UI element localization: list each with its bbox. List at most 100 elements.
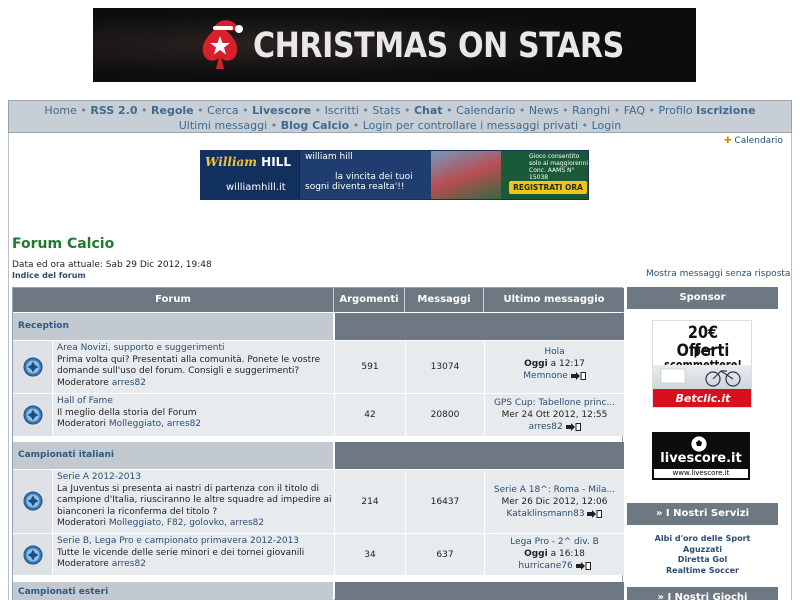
nav-calendario[interactable]: Calendario [456,104,515,117]
nav-iscritti[interactable]: Iscritti [325,104,359,117]
header-ultimo-messaggio: Ultimo messaggio [484,288,624,312]
wh-players-image [431,151,501,199]
category-campionati-italiani[interactable]: Campionati italiani [13,442,334,469]
nav-news[interactable]: News [529,104,559,117]
category-reception[interactable]: Reception [13,313,334,340]
forum-status-cell [13,534,53,575]
betclic-bike-icon [660,368,741,387]
livescore-url: www.livescore.it [654,469,748,478]
category-campionati-esteri[interactable]: Campionati esteri [13,582,334,600]
banner-text: CHRISTMAS ON STARS [253,26,624,66]
nav-cerca[interactable]: Cerca [207,104,239,117]
last-post-user[interactable]: Kataklinsmann83 [507,509,585,519]
pokerstars-logo-icon [202,20,243,69]
livescore-name: livescore.it [660,451,742,466]
last-post-time: a 16:18 [550,549,585,559]
nav-home[interactable]: Home [44,104,76,117]
nav-login-pm[interactable]: Login per controllare i messaggi privati [363,119,578,132]
sidebar: Sponsor 20€ Offerti per scommettere! Bet… [627,287,778,600]
service-link-diretta-gol[interactable]: Diretta Gol [627,555,778,566]
category-filler [335,313,624,340]
last-post-date: Mer 24 Ott 2012, 12:55 [501,410,608,420]
forum-description: Il meglio della storia del Forum [57,407,197,418]
forum-description-cell: Area Novizi, supporto e suggerimenti Pri… [57,343,335,389]
wh-line3: sogni diventa realta'!! [305,182,405,192]
wh-url: williamhill.it [226,182,286,193]
unanswered-link[interactable]: Mostra messaggi senza risposta [646,269,790,279]
posts-count: 16437 [405,470,484,533]
posts-count: 20800 [405,394,484,436]
last-post-user[interactable]: hurricane76 [518,561,572,571]
moderator-link[interactable]: Molleggiato, F82, golovko, arres82 [109,518,264,528]
services-list: Albi d'oro delle Sport Aguzzati Diretta … [627,534,778,576]
wh-tagline: william hill la vincita dei tuoi sogni d… [305,152,413,192]
forum-row: Area Novizi, supporto e suggerimenti Pri… [13,340,624,393]
nav-regole[interactable]: Regole [151,104,194,117]
moderator-link[interactable]: arres82 [112,378,146,388]
header-forum: Forum [13,288,334,312]
nav-ultimi-messaggi[interactable]: Ultimi messaggi [179,119,267,132]
forum-title-link[interactable]: Hall of Fame [57,396,335,408]
betclic-image [653,365,751,389]
moderator-link[interactable]: Molleggiato, arres82 [109,419,201,429]
nav-login[interactable]: Login [592,119,622,132]
last-post-date: Mer 26 Dic 2012, 12:06 [501,497,608,507]
view-latest-post-icon[interactable] [565,422,581,431]
last-post-day: Oggi [524,359,548,369]
forum-index-link[interactable]: Indice del forum [12,271,86,280]
nav-blog-calcio[interactable]: Blog Calcio [281,119,350,132]
wh-legal: Gioco consentito solo ai maggiorenni Con… [529,153,589,181]
nav-rss[interactable]: RSS 2.0 [90,104,137,117]
livescore-ad[interactable]: livescore.it www.livescore.it [652,432,750,480]
nav-stats[interactable]: Stats [372,104,400,117]
category-row: Reception [13,313,624,340]
nav-iscrizione[interactable]: Iscrizione [696,104,755,117]
topics-count: 34 [334,534,405,575]
wh-logo-a: William [205,155,257,169]
williamhill-ad[interactable]: William HILL williamhill.it william hill… [200,150,589,200]
view-latest-post-icon[interactable] [570,371,586,380]
service-link-aguzzati[interactable]: Aguzzati [627,545,778,556]
wh-logo-b: HILL [261,155,291,169]
forum-read-icon [23,405,43,425]
nav-faq[interactable]: FAQ [624,104,645,117]
category-row: Campionati italiani [13,442,624,469]
moderator-label: Moderatori [57,518,106,528]
last-post-user[interactable]: arres82 [528,422,562,432]
nav-chat[interactable]: Chat [414,104,443,117]
view-latest-post-icon[interactable] [575,561,591,570]
moderator-link[interactable]: arres82 [112,559,146,569]
betclic-brand: Betclic.it [653,389,751,407]
wh-line2: la vincita dei tuoi [335,172,413,182]
current-datetime: Data ed ora attuale: Sab 29 Dic 2012, 19… [12,260,212,270]
forum-description-cell: Hall of Fame Il meglio della storia del … [57,396,335,431]
forum-title-link[interactable]: Serie B, Lega Pro e campionato primavera… [57,536,335,548]
header-argomenti: Argomenti [334,288,405,312]
nav-livescore[interactable]: Livescore [252,104,311,117]
service-link-realtime-soccer[interactable]: Realtime Soccer [627,566,778,577]
last-post-user[interactable]: Memnone [523,371,568,381]
last-post-title[interactable]: Serie A 18^: Roma - Mila... [485,484,624,496]
calendar-link[interactable]: ✚ Calendario [724,136,783,146]
nav-row-1: Home • RSS 2.0 • Regole • Cerca • Livesc… [44,104,756,117]
forum-description: Tutte le vicende delle serie minori e de… [57,547,305,558]
betclic-ad[interactable]: 20€ Offerti per scommettere! Betclic.it [652,320,752,408]
williamhill-logo: William HILL williamhill.it [201,151,300,199]
top-banner-ad[interactable]: CHRISTMAS ON STARS [93,8,696,82]
page-title: Forum Calcio [12,236,115,252]
last-post-time: a 12:17 [550,359,585,369]
nav-row-2: Ultimi messaggi • Blog Calcio • Login pe… [178,119,622,132]
services-heading: » I Nostri Servizi [627,503,778,525]
forum-title-link[interactable]: Area Novizi, supporto e suggerimenti [57,343,335,355]
forum-description-cell: Serie B, Lega Pro e campionato primavera… [57,536,335,571]
service-link-albi[interactable]: Albi d'oro delle Sport [627,534,778,545]
last-post-title[interactable]: Hola [485,346,624,358]
forum-title-link[interactable]: Serie A 2012-2013 [57,472,335,484]
nav-ranghi[interactable]: Ranghi [572,104,610,117]
wh-register-button[interactable]: REGISTRATI ORA [509,181,587,194]
last-post-title[interactable]: Lega Pro - 2^ div. B [485,536,624,548]
category-row: Campionati esteri [13,582,624,600]
nav-profilo[interactable]: Profilo [659,104,693,117]
view-latest-post-icon[interactable] [587,509,603,518]
last-post-title[interactable]: GPS Cup: Tabellone princ... [485,397,624,409]
